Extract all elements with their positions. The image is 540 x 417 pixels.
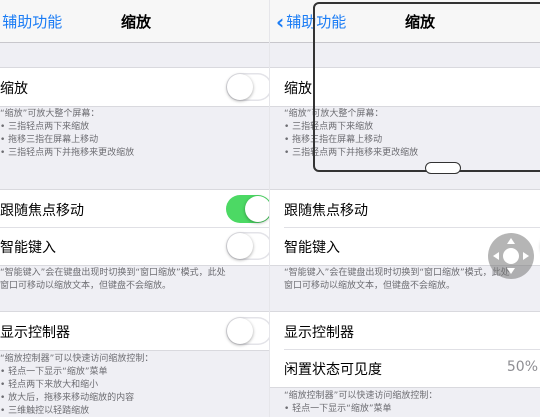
- page-title: 缩放: [120, 13, 151, 31]
- show-controller-label: 显示控制器: [0, 325, 70, 341]
- zoom-note: “缩放”可放大整个屏幕： • 三指轻点两下来缩放 • 拖移三指在屏幕上移动 • …: [0, 109, 135, 158]
- smart-typing-note: “智能键入”会在键盘出现时切换到“窗口缩放”模式，此处 窗口可移动以缩放文本，但…: [0, 268, 226, 291]
- zoom-window-frame[interactable]: [313, 2, 540, 172]
- zoom-row[interactable]: 缩放: [0, 67, 270, 107]
- follow-focus-label: 跟随焦点移动: [0, 203, 84, 219]
- controller-note: “缩放控制器”可以快速访问缩放控制： • 轻点一下显示“缩放”菜单 • 轻点两下…: [0, 354, 154, 416]
- smart-typing-toggle[interactable]: [226, 232, 270, 260]
- follow-focus-label: 跟随焦点移动: [284, 203, 368, 219]
- smart-typing-label: 智能键入: [284, 240, 340, 256]
- show-controller-label: 显示控制器: [284, 325, 354, 341]
- show-controller-toggle[interactable]: [226, 317, 270, 345]
- zoom-label: 缩放: [0, 81, 28, 97]
- left-settings-screen: ‹ 辅助功能 缩放 缩放 “缩放”可放大整个屏幕： • 三指轻点两下来缩放 • …: [0, 0, 270, 417]
- zoom-window-resize-handle[interactable]: [425, 162, 461, 174]
- zoom-toggle[interactable]: [226, 73, 270, 101]
- follow-focus-toggle[interactable]: [226, 195, 270, 223]
- idle-visibility-row[interactable]: 闲置状态可见度 50%: [270, 349, 540, 388]
- follow-focus-row[interactable]: 跟随焦点移动: [0, 189, 270, 229]
- show-controller-row[interactable]: 显示控制器: [270, 311, 540, 351]
- smart-typing-row[interactable]: 智能键入: [0, 227, 270, 266]
- smart-typing-label: 智能键入: [0, 240, 56, 256]
- nav-bar: ‹ 辅助功能 缩放: [0, 0, 270, 43]
- controller-note: “缩放控制器”可以快速访问缩放控制： • 轻点一下显示“缩放”菜单: [284, 391, 438, 414]
- zoom-label: 缩放: [284, 81, 312, 97]
- idle-visibility-value: 50%: [506, 359, 538, 375]
- idle-visibility-label: 闲置状态可见度: [284, 362, 382, 378]
- show-controller-row[interactable]: 显示控制器: [0, 311, 270, 351]
- follow-focus-row[interactable]: 跟随焦点移动: [270, 189, 540, 229]
- zoom-controller-icon[interactable]: [488, 233, 534, 279]
